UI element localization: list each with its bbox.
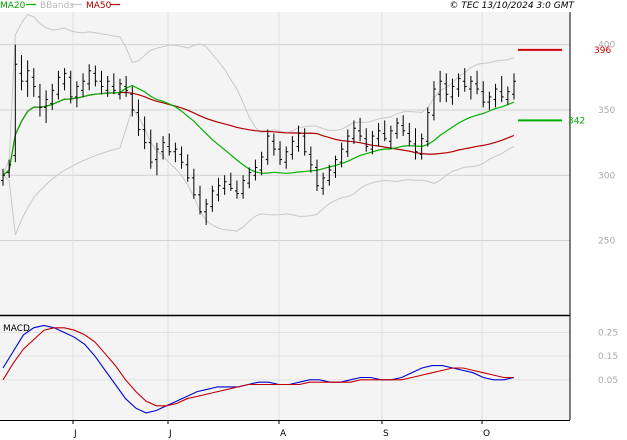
legend: MA20 BBands MA50 bbox=[0, 1, 120, 11]
price-tick-label: 350 bbox=[598, 106, 615, 116]
legend-bbands: BBands bbox=[40, 1, 74, 11]
resistance-label: 396 bbox=[594, 46, 611, 56]
month-label: J bbox=[168, 429, 172, 439]
macd-tick-label: 0.25 bbox=[598, 329, 618, 339]
month-label: O bbox=[483, 429, 490, 439]
legend-ma20: MA20 bbox=[0, 1, 26, 11]
month-label: S bbox=[383, 429, 389, 439]
macd-title: MACD bbox=[3, 324, 30, 334]
price-tick-label: 300 bbox=[598, 171, 615, 181]
price-tick-label: 250 bbox=[598, 237, 615, 247]
legend-ma50: MA50 bbox=[86, 1, 112, 11]
month-label: J bbox=[73, 429, 77, 439]
support-label: 342 bbox=[568, 116, 585, 126]
macd-panel-bg bbox=[0, 316, 570, 420]
macd-tick-label: 0.05 bbox=[598, 376, 618, 386]
macd-tick-label: 0.15 bbox=[598, 352, 618, 362]
price-panel-bg bbox=[0, 12, 570, 315]
stock-chart: 2503003504000.050.150.25J J A S O 396342 MA2… bbox=[0, 1, 618, 439]
month-label: A bbox=[280, 429, 287, 439]
copyright: © TEC 13/10/2024 3:0 GMT bbox=[449, 1, 575, 11]
